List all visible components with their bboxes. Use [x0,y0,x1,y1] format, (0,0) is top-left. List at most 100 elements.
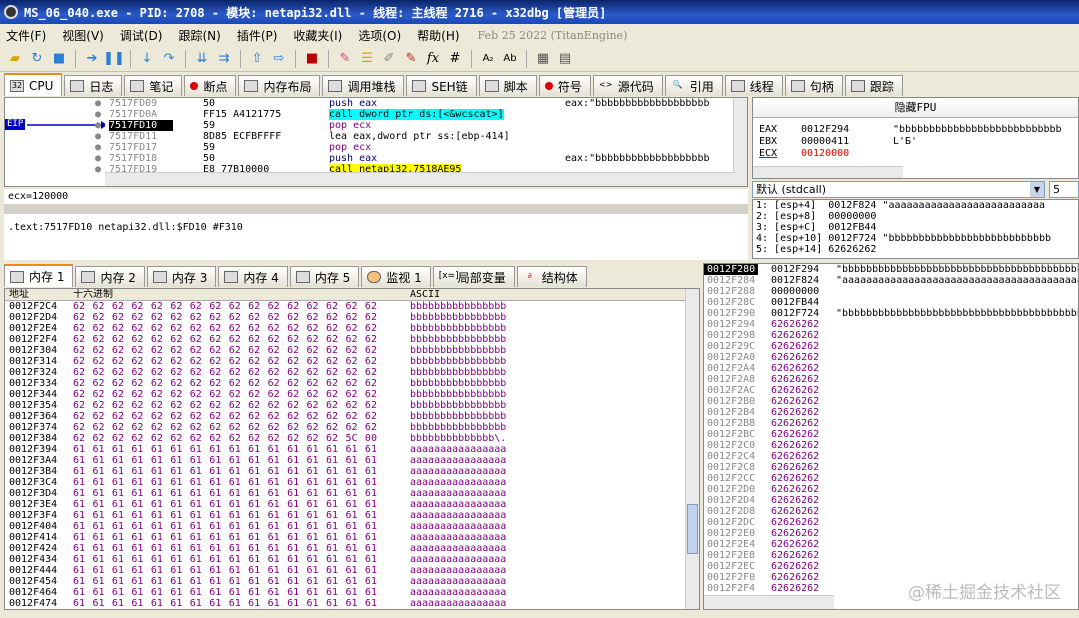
argument-row[interactable]: 2: [esp+8] 00000000 [756,211,1078,222]
tab-notes[interactable]: 笔记 [124,75,183,96]
disasm-row[interactable]: ● 7517FD0A FF15 A4121775 call dword ptr ds:… [5,109,747,120]
stack-row[interactable]: 0012F2D0 62626262 [704,484,1078,495]
execute-till-return-icon[interactable]: ⇧ [248,50,266,68]
dump-row[interactable]: 0012F394 61 61 61 61 61 61 61 61 61 61 61… [5,444,699,455]
stack-row[interactable]: 0012F2B8 62626262 [704,418,1078,429]
stack-row[interactable]: 0012F288 00000000 [704,286,1078,297]
stack-row[interactable]: 0012F2CC 62626262 [704,473,1078,484]
dump-row[interactable]: 0012F414 61 61 61 61 61 61 61 61 61 61 61… [5,532,699,543]
disasm-row-current[interactable]: ● 7517FD10 59 pop ecx [5,120,747,131]
disasm-row[interactable]: ● 7517FD18 50 push eax eax:"bbbbbbbbbbbbbbbb… [5,153,747,164]
dump-row[interactable]: 0012F314 62 62 62 62 62 62 62 62 62 62 62… [5,356,699,367]
dump-row[interactable]: 0012F3F4 61 61 61 61 61 61 61 61 61 61 61… [5,510,699,521]
dump-row[interactable]: 0012F3B4 61 61 61 61 61 61 61 61 61 61 61… [5,466,699,477]
stack-row[interactable]: 0012F290 0012F724 "bbbbbbbbbbbbbbbbbbbbbbb… [704,308,1078,319]
stack-row[interactable]: 0012F2A0 62626262 [704,352,1078,363]
column-address[interactable]: 地址 [9,289,29,301]
stack-row[interactable]: 0012F2E4 62626262 [704,539,1078,550]
memory-dump[interactable]: 地址 十六进制 ASCII 0012F2C4 62 62 62 62 62 62 … [4,288,700,610]
tab-locals[interactable]: [x=] 局部变量 [432,266,515,287]
stack-row[interactable]: 0012F2EC 62626262 [704,561,1078,572]
pause-icon[interactable]: ❚❚ [103,50,125,68]
font-icon[interactable]: A₂ [479,50,497,68]
step-into-icon[interactable]: ↓ [138,50,156,68]
disasm-vertical-scrollbar[interactable] [733,98,747,186]
dump-row[interactable]: 0012F474 61 61 61 61 61 61 61 61 61 61 61… [5,598,699,609]
dump-row[interactable]: 0012F324 62 62 62 62 62 62 62 62 62 62 62… [5,367,699,378]
calculator-icon[interactable]: ▦ [534,50,552,68]
menu-help[interactable]: 帮助(H) [417,27,459,44]
stack-row[interactable]: 0012F2B4 62626262 [704,407,1078,418]
step-over-icon[interactable]: ↷ [160,50,178,68]
tab-memory-map[interactable]: 内存布局 [238,75,321,96]
dump-row[interactable]: 0012F3E4 61 61 61 61 61 61 61 61 61 61 61… [5,499,699,510]
scroll-thumb[interactable] [687,504,698,554]
menu-trace[interactable]: 跟踪(N) [178,27,220,44]
registers-panel[interactable]: 隐藏FPU EAX 0012F294 "bbbbbbbbbbbbbbbbbbbbbb… [752,97,1079,179]
tab-dump-1[interactable]: 内存 1 [4,264,74,287]
stack-row[interactable]: 0012F298 62626262 [704,330,1078,341]
title-bar[interactable]: MS_06_040.exe - PID: 2708 - 模块: netapi32… [0,0,1079,24]
tab-dump-4[interactable]: 内存 4 [218,266,288,287]
dump-row[interactable]: 0012F374 62 62 62 62 62 62 62 62 62 62 62… [5,422,699,433]
dump-row[interactable]: 0012F454 61 61 61 61 61 61 61 61 61 61 61… [5,576,699,587]
scylla-icon[interactable]: ■ [303,50,321,68]
comments-icon[interactable]: ☰ [358,50,376,68]
tab-cpu[interactable]: 32 CPU [4,73,63,96]
dump-row[interactable]: 0012F434 61 61 61 61 61 61 61 61 61 61 61… [5,554,699,565]
tab-dump-3[interactable]: 内存 3 [146,266,217,287]
dump-row[interactable]: 0012F444 61 61 61 61 61 61 61 61 61 61 61… [5,565,699,576]
dump-row[interactable]: 0012F364 62 62 62 62 62 62 62 62 62 62 62… [5,411,699,422]
dump-row[interactable]: 0012F3A4 61 61 61 61 61 61 61 61 61 61 61… [5,455,699,466]
argument-row[interactable]: 3: [esp+C] 0012FB44 [756,222,1078,233]
menu-options[interactable]: 选项(O) [358,27,401,44]
stack-row[interactable]: 0012F2A4 62626262 [704,363,1078,374]
dump-row[interactable]: 0012F2D4 62 62 62 62 62 62 62 62 62 62 62… [5,312,699,323]
dump-row[interactable]: 0012F2F4 62 62 62 62 62 62 62 62 62 62 62… [5,334,699,345]
hide-fpu-button[interactable]: 隐藏FPU [753,98,1078,118]
cheatsheet-icon[interactable]: ▤ [556,50,574,68]
stack-horizontal-scrollbar[interactable] [704,595,834,609]
tab-dump-5[interactable]: 内存 5 [289,266,360,287]
bookmarks-icon[interactable]: ✎ [402,50,420,68]
menu-favourites[interactable]: 收藏夹(I) [293,27,342,44]
tab-seh[interactable]: SEH链 [406,75,477,96]
dump-row[interactable]: 0012F304 62 62 62 62 62 62 62 62 62 62 62… [5,345,699,356]
dump-row[interactable]: 0012F344 62 62 62 62 62 62 62 62 62 62 62… [5,389,699,400]
tab-watch-1[interactable]: 监视 1 [361,266,431,287]
tab-struct[interactable]: ∂ 结构体 [516,266,587,287]
argument-count-spinner[interactable]: 5 [1049,181,1079,198]
column-hex[interactable]: 十六进制 [73,289,113,301]
dump-row[interactable]: 0012F3C4 61 61 61 61 61 61 61 61 61 61 61… [5,477,699,488]
disasm-row[interactable]: ● 7517FD11 8D85 ECFBFFFF lea eax,dword ptr … [5,131,747,142]
register-row[interactable]: ECX 00120000 [753,148,1078,160]
menu-debug[interactable]: 调试(D) [120,27,163,44]
functions-icon[interactable]: fx [424,50,442,68]
labels-icon[interactable]: ✐ [380,50,398,68]
menu-file[interactable]: 文件(F) [6,27,46,44]
tab-threads[interactable]: 线程 [724,75,783,96]
dump-row[interactable]: 0012F464 61 61 61 61 61 61 61 61 61 61 61… [5,587,699,598]
stack-row[interactable]: 0012F2C4 62626262 [704,451,1078,462]
menu-plugins[interactable]: 插件(P) [237,27,278,44]
tab-references[interactable]: 🔍 引用 [664,75,723,96]
dump-row[interactable]: 0012F354 62 62 62 62 62 62 62 62 62 62 62… [5,400,699,411]
disassembly-view[interactable]: EIP ● 7517FD09 50 push eax eax:"bbbbbbbbbbbb… [4,97,748,187]
stack-row[interactable]: 0012F2E0 62626262 [704,528,1078,539]
register-row[interactable]: EBX 00000411 L'Б' [753,136,1078,148]
hash-icon[interactable]: # [446,50,464,68]
stack-row[interactable]: 0012F2E8 62626262 [704,550,1078,561]
tab-handles[interactable]: 句柄 [784,75,843,96]
disasm-row[interactable]: ● 7517FD09 50 push eax eax:"bbbbbbbbbbbbbbbb… [5,98,747,109]
arguments-panel[interactable]: 1: [esp+4] 0012F824 "aaaaaaaaaaaaaaaaaaa… [752,199,1079,259]
stack-row[interactable]: 0012F29C 62626262 [704,341,1078,352]
calling-convention-select[interactable]: 默认 (stdcall) ▼ [752,181,1045,198]
stack-row[interactable]: 0012F2D4 62626262 [704,495,1078,506]
stack-row[interactable]: 0012F2C0 62626262 [704,440,1078,451]
stack-row[interactable]: 0012F28C 0012FB44 [704,297,1078,308]
stack-row[interactable]: 0012F294 62626262 [704,319,1078,330]
tab-trace[interactable]: 跟踪 [844,75,903,96]
dump-row[interactable]: 0012F424 61 61 61 61 61 61 61 61 61 61 61… [5,543,699,554]
trace-over-icon[interactable]: ⇉ [215,50,233,68]
menu-view[interactable]: 视图(V) [62,27,104,44]
